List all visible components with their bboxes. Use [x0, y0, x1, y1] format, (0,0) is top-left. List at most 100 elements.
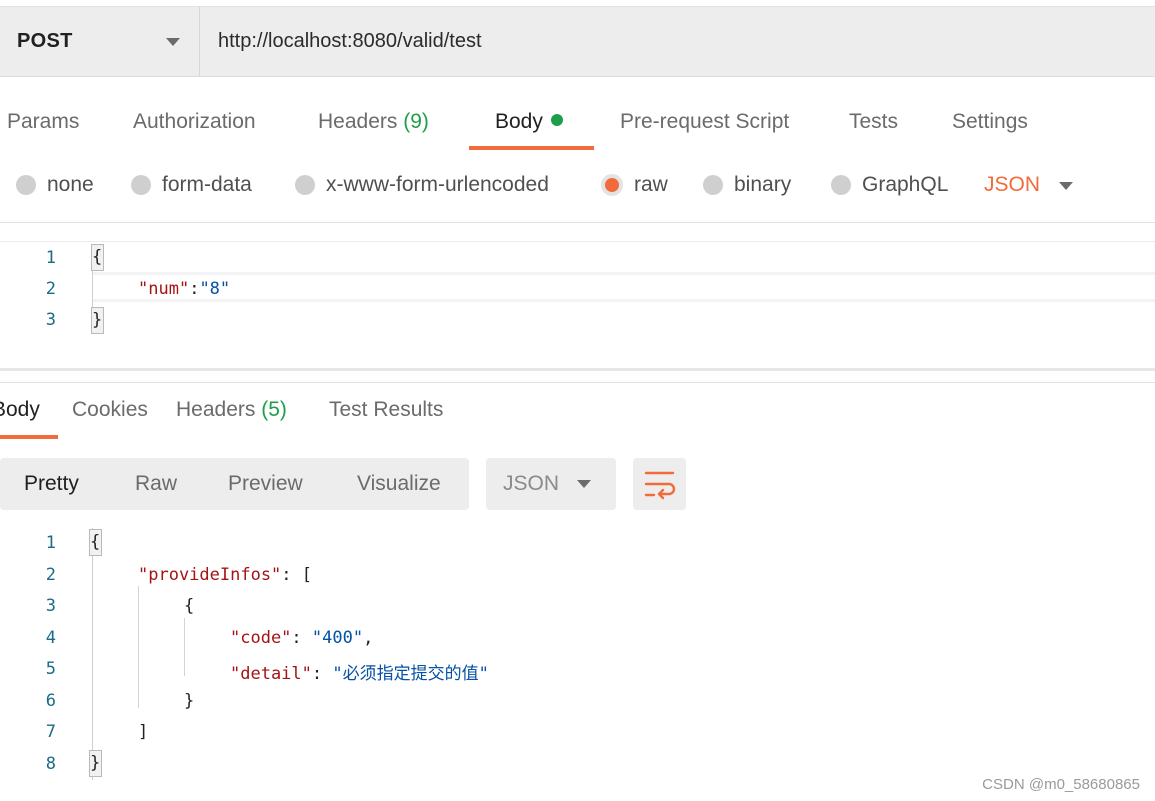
tab-label: Pre-request Script: [620, 110, 790, 133]
active-tab-indicator: [469, 146, 594, 150]
radio-label: none: [47, 173, 94, 196]
status-dot-icon: [550, 114, 563, 126]
radio-icon: [703, 175, 723, 195]
tab-label: Test Results: [329, 398, 444, 421]
json-colon: :: [291, 628, 312, 648]
tab-body[interactable]: Body: [495, 110, 563, 134]
current-line-marker: [92, 272, 1155, 275]
line-number: 6: [45, 691, 56, 711]
code-line: "detail": "必须指定提交的值": [230, 659, 489, 684]
json-key: "code": [230, 628, 292, 648]
code-line: "num":"8": [138, 279, 230, 299]
indent-guide: [138, 586, 139, 708]
radio-label: GraphQL: [862, 173, 949, 196]
code-brace: }: [184, 691, 195, 711]
tab-settings[interactable]: Settings: [952, 110, 1028, 134]
chevron-down-icon[interactable]: [1059, 182, 1073, 190]
pane-splitter[interactable]: [0, 368, 1155, 371]
tab-label: Authorization: [133, 110, 256, 133]
code-bracket: ]: [138, 722, 149, 742]
line-number: 7: [45, 722, 56, 742]
url-text: http://localhost:8080/valid/test: [218, 30, 482, 52]
line-number: 2: [45, 565, 56, 585]
radio-icon: [16, 175, 36, 195]
json-value: "400": [311, 628, 364, 648]
line-number: 3: [45, 310, 56, 330]
code-line: "code": "400",: [230, 628, 373, 648]
line-number: 4: [45, 628, 56, 648]
headers-count: (9): [403, 110, 429, 133]
method-select[interactable]: POST: [0, 7, 200, 76]
tab-headers[interactable]: Headers (9): [318, 110, 429, 134]
line-number: 1: [45, 533, 56, 553]
radio-icon: [831, 175, 851, 195]
json-value: "8": [199, 279, 231, 299]
json-colon: :: [311, 664, 333, 684]
tab-label: Params: [7, 110, 80, 133]
wrap-lines-button[interactable]: [633, 458, 686, 510]
radio-form-data[interactable]: form-data: [131, 173, 252, 197]
radio-raw[interactable]: raw: [601, 173, 668, 197]
json-key: "num": [138, 279, 190, 299]
radio-icon: [295, 175, 315, 195]
tab-params[interactable]: Params: [7, 110, 79, 134]
wrap-lines-icon: [644, 471, 676, 500]
code-brace: }: [89, 750, 102, 777]
view-preview[interactable]: Preview: [228, 458, 303, 510]
url-bar: POST http://localhost:8080/valid/test: [0, 6, 1155, 77]
current-line-marker: [92, 299, 1155, 302]
radio-label: binary: [734, 173, 792, 196]
view-raw[interactable]: Raw: [135, 458, 177, 510]
response-tab-body[interactable]: Body: [0, 398, 40, 422]
code-brace: {: [89, 529, 102, 556]
tab-label: Headers: [176, 398, 256, 421]
radio-label: x-www-form-urlencoded: [326, 173, 549, 196]
response-format-label: JSON: [503, 472, 560, 495]
gutter-line: [92, 528, 93, 780]
code-line: "provideInfos": [: [138, 565, 312, 585]
json-value: "必须指定提交的值": [332, 664, 489, 684]
code-brace: {: [91, 244, 104, 271]
chevron-down-icon: [166, 38, 180, 46]
response-tab-headers[interactable]: Headers (5): [176, 398, 287, 422]
radio-label: form-data: [162, 173, 252, 196]
response-tab-cookies[interactable]: Cookies: [72, 398, 148, 422]
radio-icon: [131, 175, 151, 195]
chevron-down-icon: [577, 480, 591, 488]
json-key: "provideInfos": [138, 565, 282, 585]
code-brace: {: [184, 596, 195, 616]
divider: [0, 222, 1155, 223]
response-tab-test-results[interactable]: Test Results: [329, 398, 443, 422]
line-number: 1: [45, 248, 56, 268]
url-input[interactable]: http://localhost:8080/valid/test: [218, 7, 482, 76]
tab-label: Settings: [952, 110, 1028, 133]
tab-label: Cookies: [72, 398, 148, 421]
tab-label: Headers: [318, 110, 398, 133]
method-label: POST: [17, 30, 73, 52]
radio-selected-icon: [601, 174, 623, 196]
view-visualize[interactable]: Visualize: [357, 458, 441, 510]
tab-pre-request-script[interactable]: Pre-request Script: [620, 110, 789, 134]
divider: [0, 382, 1155, 383]
response-format-select[interactable]: JSON: [486, 458, 616, 510]
response-body-viewer[interactable]: 1 2 3 4 5 6 7 8 { "provideInfos": [ { "c…: [0, 528, 1155, 788]
radio-none[interactable]: none: [16, 173, 94, 197]
radio-binary[interactable]: binary: [703, 173, 791, 197]
radio-x-www-form-urlencoded[interactable]: x-www-form-urlencoded: [295, 173, 549, 197]
view-mode-group: Pretty Raw Preview Visualize: [0, 458, 469, 510]
json-key: "detail": [230, 664, 312, 684]
body-format-label: JSON: [984, 173, 1041, 196]
line-number: 3: [45, 596, 56, 616]
tab-tests[interactable]: Tests: [849, 110, 898, 134]
radio-graphql[interactable]: GraphQL: [831, 173, 948, 197]
tab-label: Body: [495, 110, 543, 133]
view-pretty[interactable]: Pretty: [24, 458, 79, 510]
body-format-select[interactable]: JSON: [984, 173, 1040, 197]
json-punctuation: : [: [281, 565, 313, 585]
request-body-editor[interactable]: 1 2 3 { "num":"8" }: [0, 241, 1155, 369]
editor-top-line: [0, 241, 1155, 242]
tab-authorization[interactable]: Authorization: [133, 110, 256, 134]
active-tab-indicator: [0, 435, 58, 439]
json-colon: :: [189, 279, 200, 299]
tab-label: Body: [0, 398, 40, 421]
